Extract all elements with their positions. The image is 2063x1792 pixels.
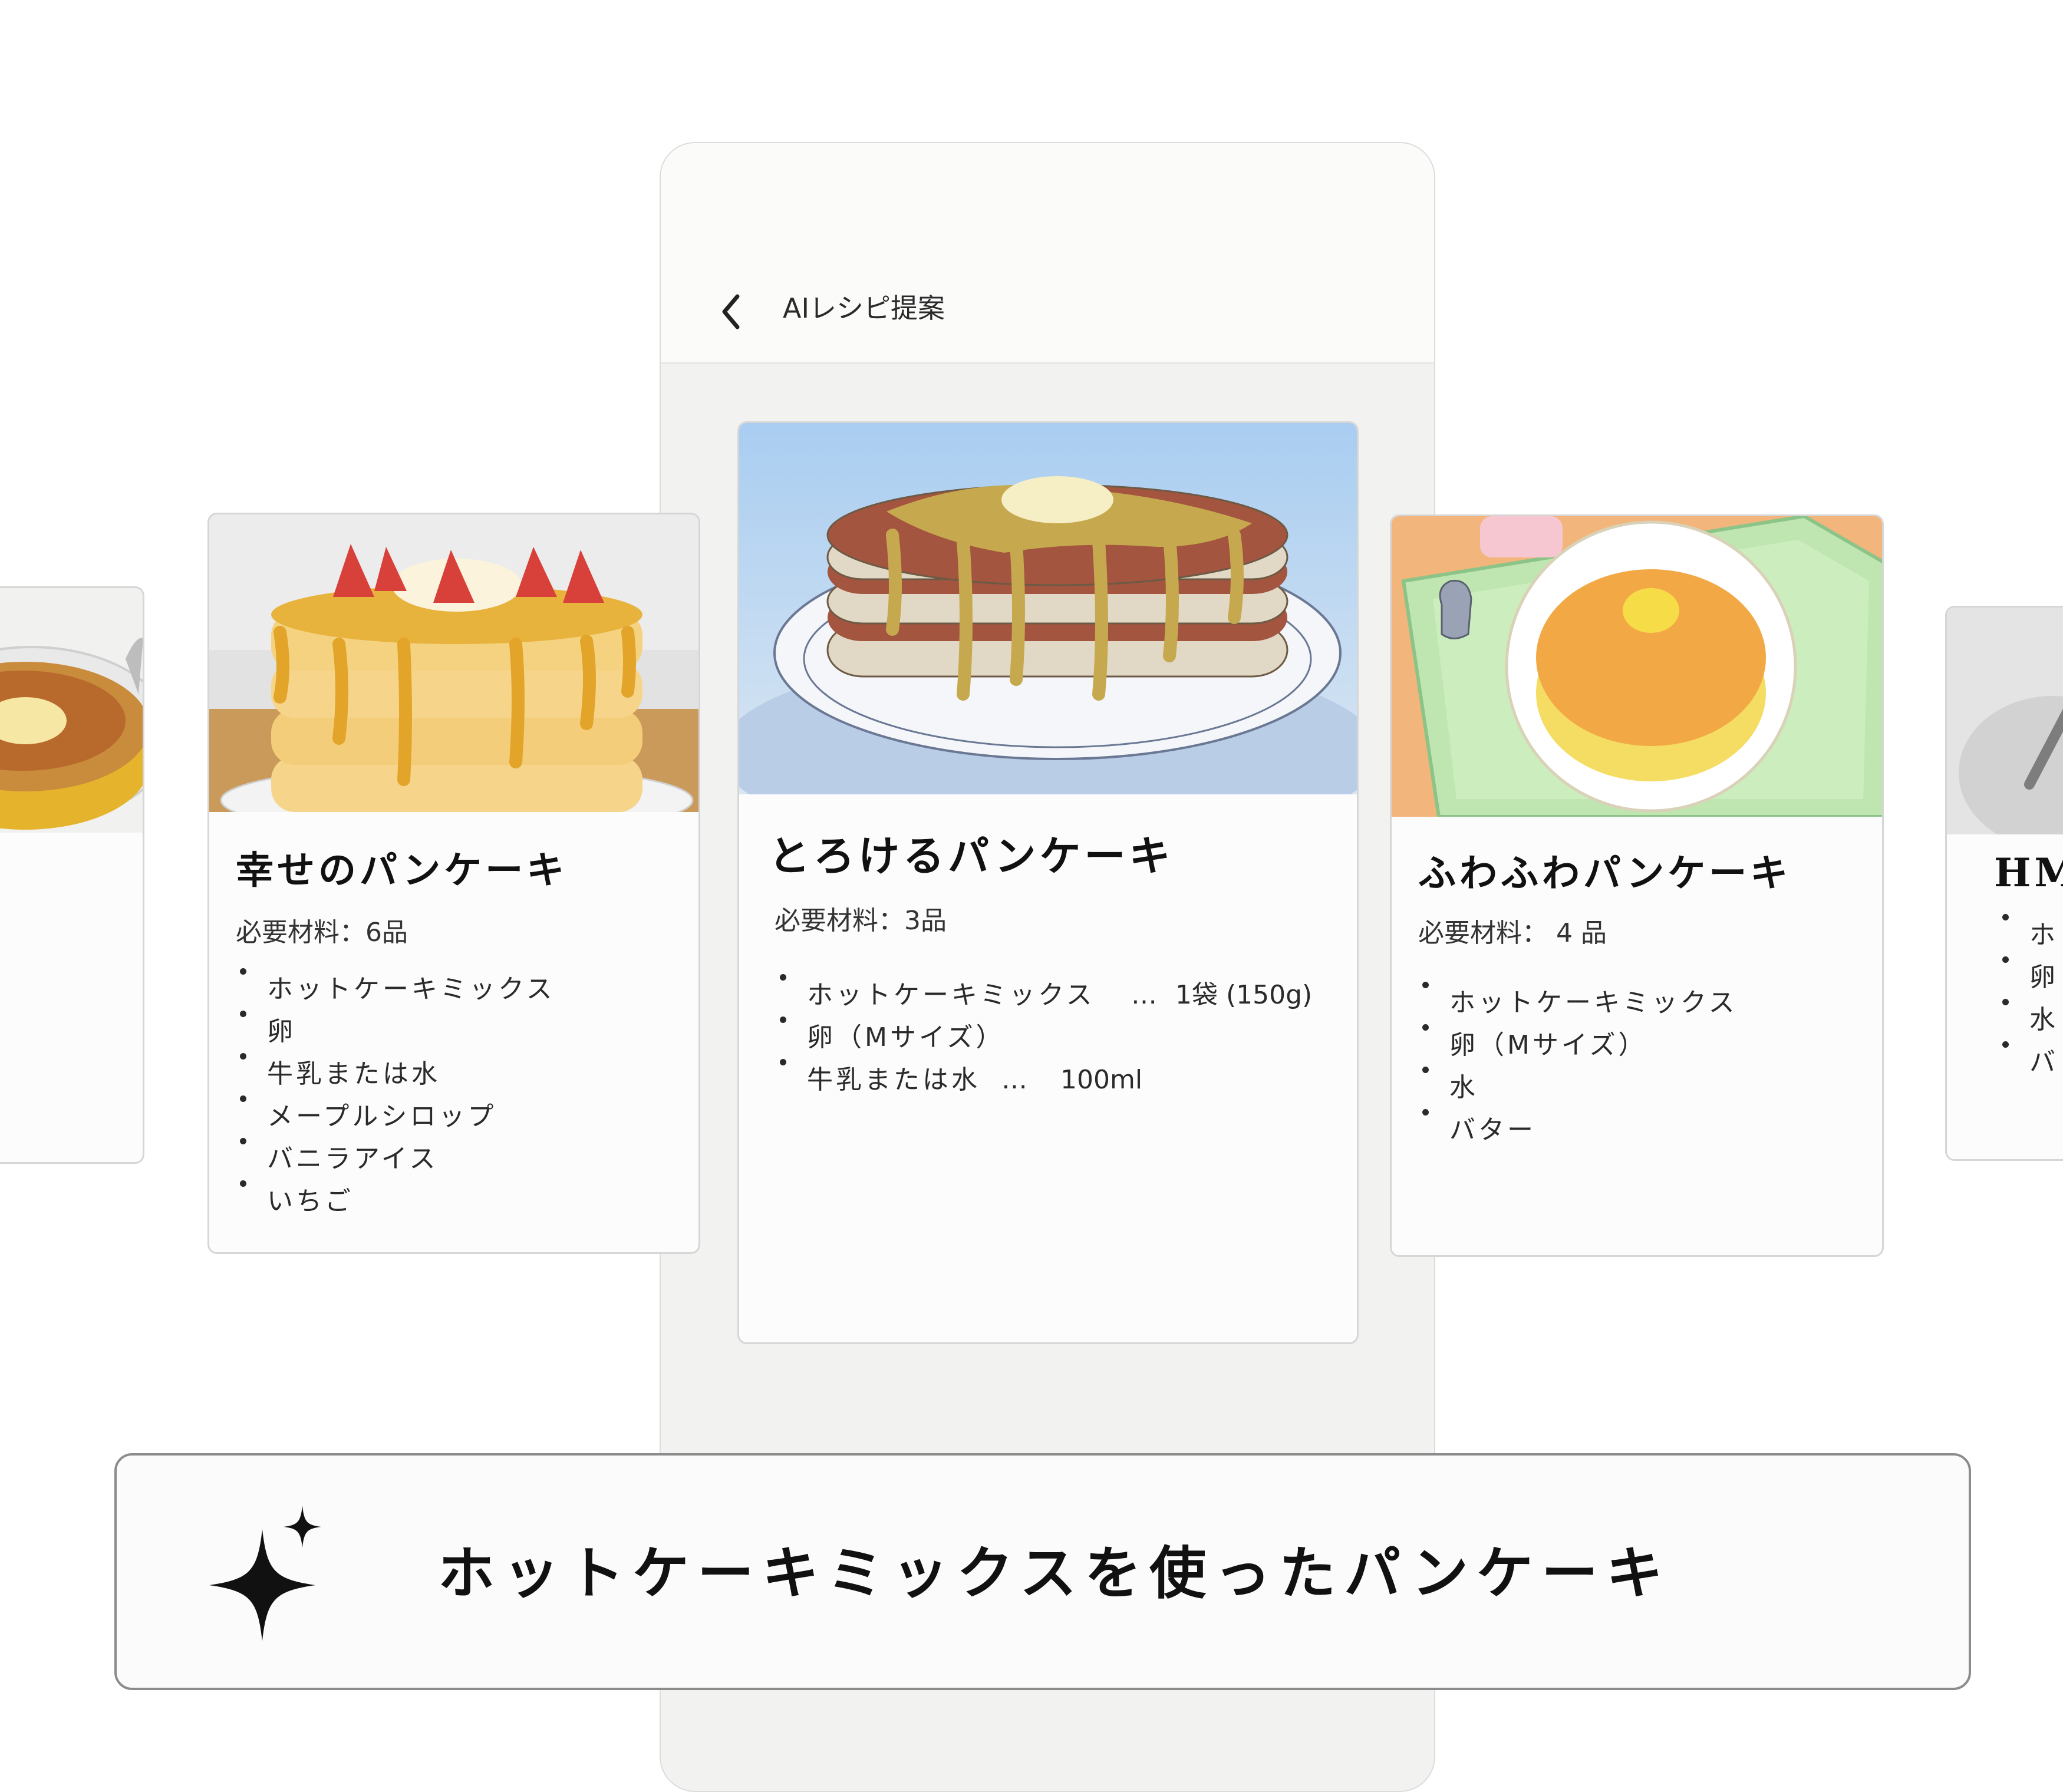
pancake-with-fork-illustration: [1947, 608, 2063, 834]
ingredient-item: 卵（Mサイズ）: [780, 1017, 1095, 1059]
fluffy-pancake-on-tray-illustration: [1392, 516, 1882, 817]
ingredient-name: 牛乳または水: [807, 1065, 980, 1095]
chevron-left-icon: [722, 294, 740, 329]
recipe-card-melting-pancake[interactable]: とろけるパンケーキ 必要材料：3品 ホットケーキミックス … 1袋 (150g)…: [737, 421, 1359, 1344]
back-button[interactable]: [708, 288, 755, 335]
ingredient-list: ホットケーキミックス 卵（Mサイズ） 水 バター: [1422, 982, 1738, 1151]
ingredient-quantity: 100ml: [1060, 1065, 1143, 1095]
ingredient-item: バター: [1422, 1109, 1738, 1151]
ingredient-separator: …: [1131, 980, 1157, 1010]
ingredient-item: 卵（Mサイズ）: [1422, 1024, 1738, 1067]
ingredient-item: 水: [1422, 1067, 1738, 1109]
prompt-text: ホットケーキミックスを使ったパンケーキ: [438, 1540, 1671, 1606]
recipe-card-left-partial[interactable]: [0, 586, 144, 1164]
ingredient-item: 牛乳または水: [240, 1053, 555, 1095]
pancake-with-butter-illustration: [0, 588, 143, 833]
recipe-card-happy-pancake[interactable]: 幸せのパンケーキ 必要材料：6品 ホットケーキミックス 卵 牛乳または水 メープ…: [207, 513, 700, 1254]
recipe-card-right-partial[interactable]: HM ホ 卵 水 バ: [1945, 606, 2063, 1161]
required-count: 必要材料：6品: [236, 918, 408, 948]
ingredient-item: メープルシロップ: [240, 1095, 555, 1138]
ingredient-list: ホットケーキミックス 卵 牛乳または水 メープルシロップ バニラアイス いちご: [240, 968, 555, 1223]
recipe-title: HM: [1994, 850, 2063, 896]
ingredient-item: 牛乳または水 … 100ml: [780, 1059, 1142, 1101]
required-count: 必要材料：3品: [775, 906, 947, 936]
recipe-card-fluffy-pancake[interactable]: ふわふわパンケーキ 必要材料： 4 品 ホットケーキミックス 卵（Mサイズ） 水…: [1390, 514, 1884, 1257]
ingredient-name: ホットケーキミックス: [807, 980, 1095, 1010]
ingredient-item: バ: [2002, 1041, 2058, 1084]
recipe-title: ふわふわパンケーキ: [1418, 852, 1792, 896]
strawberry-pancake-stack-illustration: [209, 514, 698, 812]
ingredient-item: 卵: [2002, 956, 2058, 999]
syrup-pancake-stack-illustration: [739, 423, 1357, 794]
page-title: AIレシピ提案: [783, 292, 945, 324]
ingredient-item: ホットケーキミックス … 1袋 (150g): [780, 974, 1312, 1017]
ingredient-item: ホットケーキミックス: [1422, 982, 1738, 1024]
ingredient-item: バニラアイス: [240, 1138, 555, 1180]
ingredient-item: 水: [2002, 999, 2058, 1041]
prompt-input-box[interactable]: ホットケーキミックスを使ったパンケーキ: [114, 1453, 1971, 1690]
ingredient-item: いちご: [240, 1180, 555, 1223]
app-header: AIレシピ提案: [661, 143, 1434, 364]
ingredient-list: ホットケーキミックス … 1袋 (150g) 卵（Mサイズ） 牛乳または水 … …: [780, 974, 1312, 1101]
ingredient-item: ホ: [2002, 914, 2058, 956]
ingredient-list: ホ 卵 水 バ: [2002, 914, 2058, 1084]
recipe-title: とろけるパンケーキ: [769, 831, 1174, 880]
ingredient-quantity: 1袋 (150g): [1175, 980, 1313, 1010]
ingredient-item: 卵: [240, 1011, 555, 1053]
ingredient-item: ホットケーキミックス: [240, 968, 555, 1011]
ingredient-separator: …: [1001, 1065, 1027, 1095]
required-count: 必要材料： 4 品: [1418, 918, 1607, 948]
recipe-title: 幸せのパンケーキ: [236, 849, 568, 893]
ingredient-name: 卵（Mサイズ）: [807, 1022, 1005, 1052]
